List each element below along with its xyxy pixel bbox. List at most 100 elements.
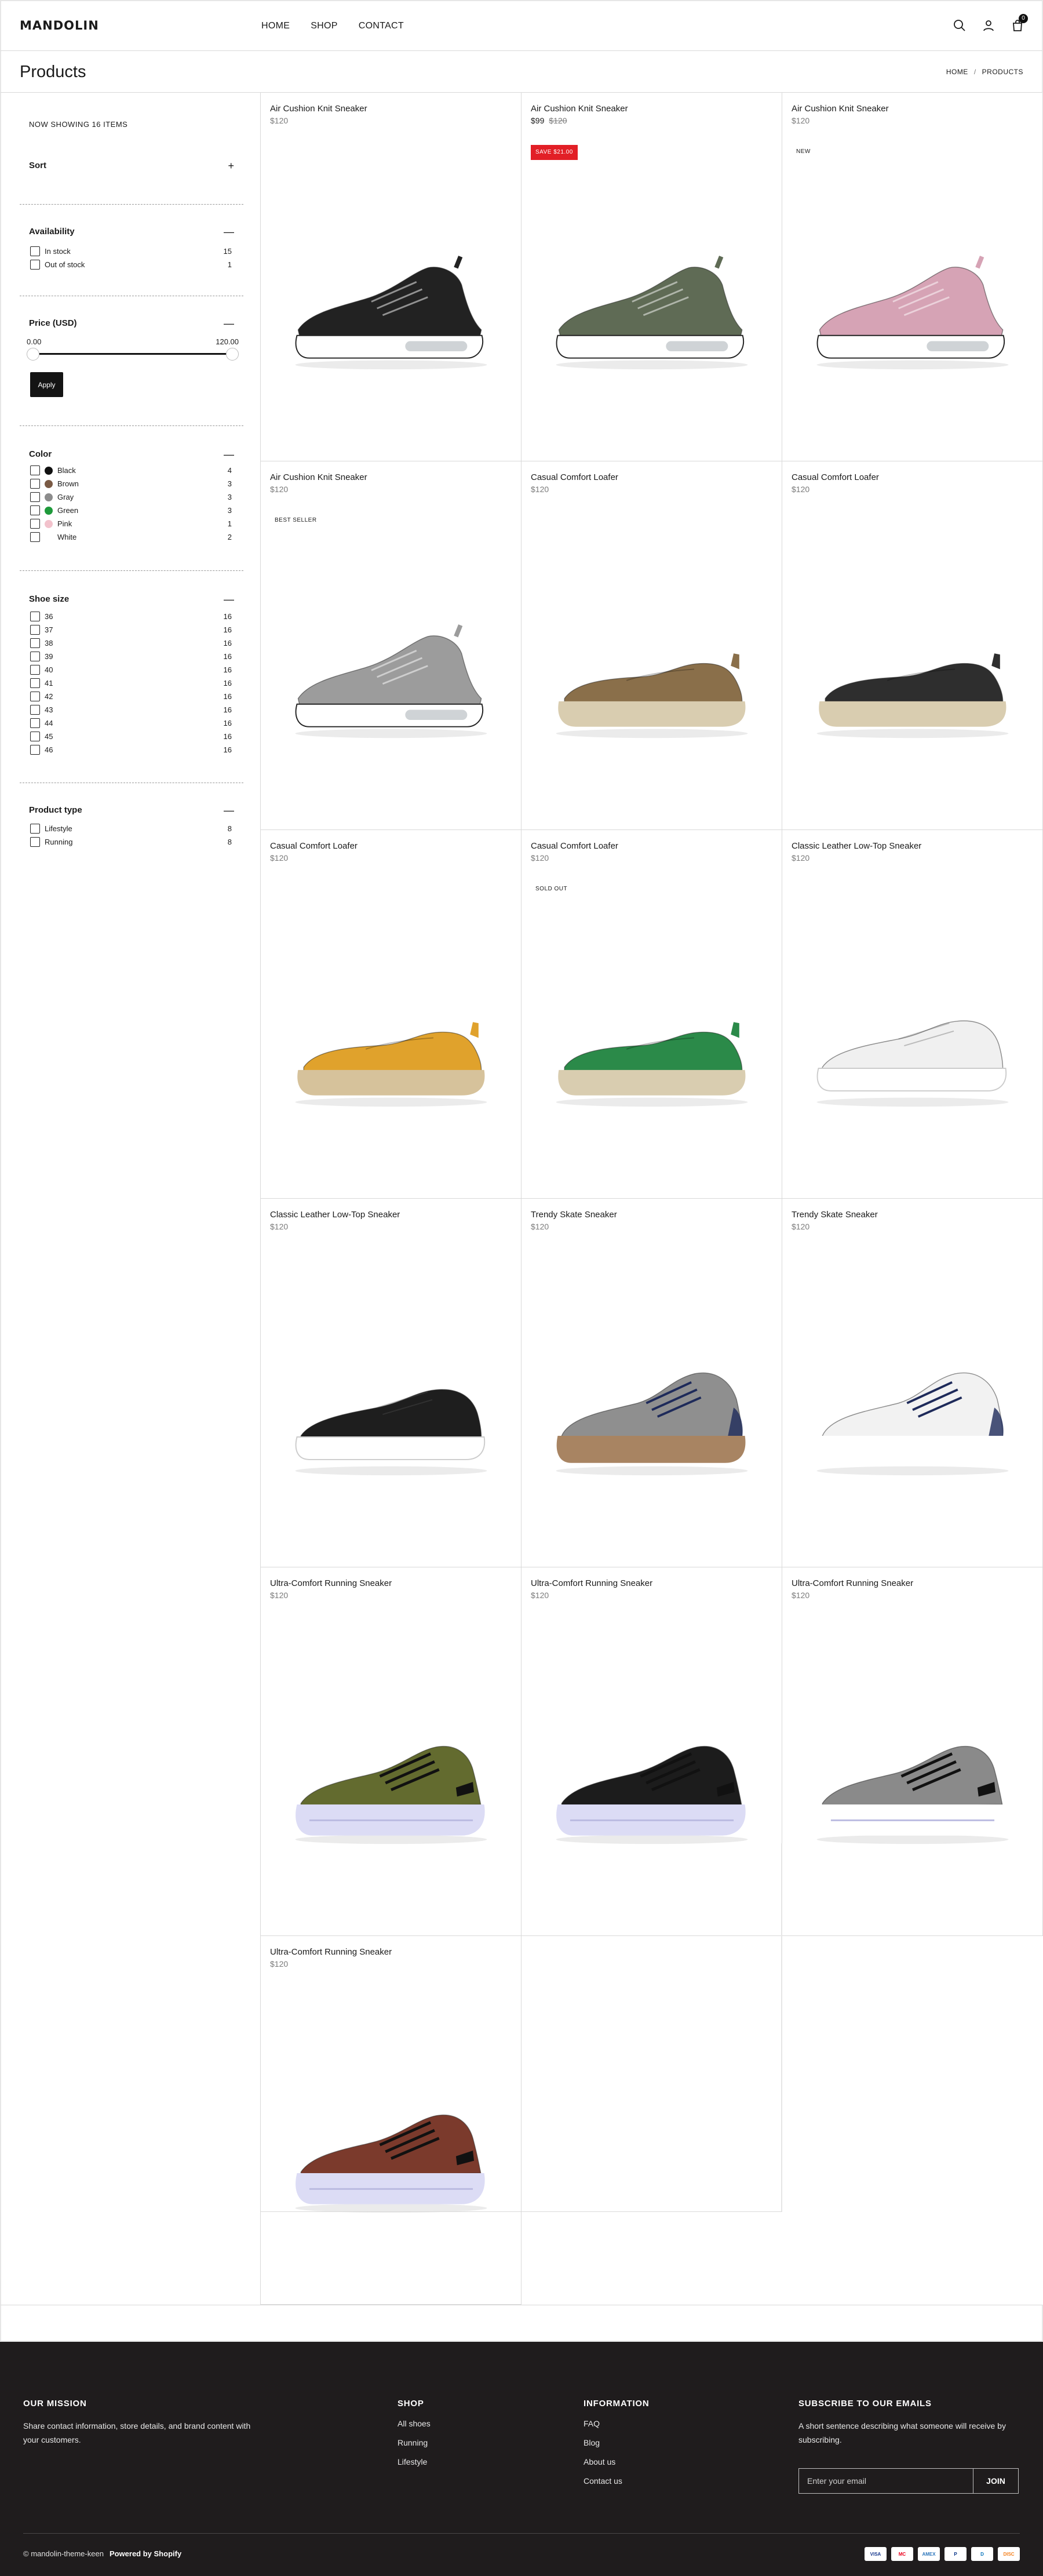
checkbox[interactable] xyxy=(30,479,40,489)
product-image[interactable] xyxy=(548,1349,756,1483)
product-title[interactable]: Ultra-Comfort Running Sneaker xyxy=(531,1578,652,1588)
nav-contact[interactable]: CONTACT xyxy=(359,21,404,31)
product-card[interactable]: Trendy Skate Sneaker $120 xyxy=(782,1199,1043,1567)
product-title[interactable]: Air Cushion Knit Sneaker xyxy=(270,472,367,482)
checkbox[interactable] xyxy=(30,745,40,755)
store-logo[interactable]: MANDOLIN xyxy=(20,19,99,32)
apply-price-button[interactable]: Apply xyxy=(30,372,63,397)
checkbox[interactable] xyxy=(30,260,40,270)
filter-option[interactable]: Gray 3 xyxy=(20,490,243,504)
checkbox[interactable] xyxy=(30,625,40,635)
product-image[interactable] xyxy=(287,981,495,1114)
product-image[interactable] xyxy=(808,1718,1017,1851)
nav-shop[interactable]: SHOP xyxy=(311,21,338,31)
filter-option[interactable]: Running 8 xyxy=(20,835,243,849)
product-card[interactable]: Trendy Skate Sneaker $120 xyxy=(522,1199,782,1567)
checkbox[interactable] xyxy=(30,678,40,688)
filter-option[interactable]: 41 16 xyxy=(20,676,243,690)
collapse-icon[interactable]: — xyxy=(224,447,234,461)
powered-by[interactable]: Powered by Shopify xyxy=(110,2549,181,2558)
product-title[interactable]: Classic Leather Low-Top Sneaker xyxy=(792,841,921,851)
product-image[interactable] xyxy=(287,1349,495,1483)
product-image[interactable] xyxy=(287,612,495,745)
slider-max-handle[interactable] xyxy=(226,348,239,361)
product-title[interactable]: Ultra-Comfort Running Sneaker xyxy=(792,1578,913,1588)
collapse-icon[interactable]: — xyxy=(224,316,234,330)
color-heading[interactable]: Color — xyxy=(20,447,243,461)
filter-option[interactable]: 44 16 xyxy=(20,716,243,730)
checkbox[interactable] xyxy=(30,505,40,515)
product-image[interactable] xyxy=(808,612,1017,745)
filter-option[interactable]: 46 16 xyxy=(20,743,243,756)
filter-option[interactable]: 37 16 xyxy=(20,623,243,636)
product-image[interactable] xyxy=(808,981,1017,1114)
shoe-size-heading[interactable]: Shoe size — xyxy=(20,592,243,606)
search-icon[interactable] xyxy=(953,19,967,32)
checkbox[interactable] xyxy=(30,612,40,621)
checkbox[interactable] xyxy=(30,837,40,847)
filter-option[interactable]: 39 16 xyxy=(20,650,243,663)
product-image[interactable] xyxy=(548,243,756,377)
collapse-icon[interactable]: — xyxy=(224,592,234,606)
checkbox[interactable] xyxy=(30,705,40,715)
cart-icon[interactable]: 0 xyxy=(1011,14,1028,32)
product-image[interactable] xyxy=(548,1718,756,1851)
checkbox[interactable] xyxy=(30,718,40,728)
footer-link-about[interactable]: About us xyxy=(584,2457,650,2466)
footer-link-all-shoes[interactable]: All shoes xyxy=(397,2419,431,2428)
filter-option[interactable]: Green 3 xyxy=(20,504,243,517)
join-button[interactable]: JOIN xyxy=(973,2469,1018,2493)
product-image[interactable] xyxy=(808,243,1017,377)
filter-option[interactable]: 40 16 xyxy=(20,663,243,676)
collapse-icon[interactable]: — xyxy=(224,803,234,817)
product-title[interactable]: Casual Comfort Loafer xyxy=(270,841,358,851)
product-card[interactable]: Air Cushion Knit Sneaker $120 BEST SELLER xyxy=(261,461,522,830)
product-title[interactable]: Air Cushion Knit Sneaker xyxy=(531,104,628,114)
filter-option[interactable]: Pink 1 xyxy=(20,517,243,530)
product-type-heading[interactable]: Product type — xyxy=(20,803,243,817)
product-card[interactable]: Air Cushion Knit Sneaker $120 xyxy=(261,93,522,461)
product-image[interactable] xyxy=(548,612,756,745)
product-card[interactable]: Air Cushion Knit Sneaker $120 NEW xyxy=(782,93,1043,461)
product-card[interactable]: Classic Leather Low-Top Sneaker $120 xyxy=(782,830,1043,1199)
price-heading[interactable]: Price (USD) — xyxy=(20,316,243,330)
footer-link-faq[interactable]: FAQ xyxy=(584,2419,650,2428)
filter-option[interactable]: White 2 xyxy=(20,530,243,544)
filter-option[interactable]: 36 16 xyxy=(20,610,243,623)
slider-min-handle[interactable] xyxy=(27,348,39,361)
checkbox[interactable] xyxy=(30,532,40,542)
checkbox[interactable] xyxy=(30,246,40,256)
product-title[interactable]: Classic Leather Low-Top Sneaker xyxy=(270,1210,400,1220)
footer-link-contact[interactable]: Contact us xyxy=(584,2476,650,2486)
checkbox[interactable] xyxy=(30,732,40,741)
checkbox[interactable] xyxy=(30,652,40,661)
product-card[interactable]: Air Cushion Knit Sneaker $99 $120 SAVE $21.… xyxy=(522,93,782,461)
product-image[interactable] xyxy=(808,1349,1017,1483)
filter-option[interactable]: 38 16 xyxy=(20,636,243,650)
nav-home[interactable]: HOME xyxy=(261,21,290,31)
breadcrumb-home[interactable]: HOME xyxy=(946,68,968,76)
product-title[interactable]: Casual Comfort Loafer xyxy=(531,841,618,851)
product-title[interactable]: Air Cushion Knit Sneaker xyxy=(792,104,889,114)
availability-in-stock[interactable]: In stock 15 xyxy=(20,245,243,258)
filter-option[interactable]: 43 16 xyxy=(20,703,243,716)
product-title[interactable]: Casual Comfort Loafer xyxy=(792,472,879,482)
product-title[interactable]: Air Cushion Knit Sneaker xyxy=(270,104,367,114)
product-title[interactable]: Casual Comfort Loafer xyxy=(531,472,618,482)
availability-out-of-stock[interactable]: Out of stock 1 xyxy=(20,258,243,271)
product-image[interactable] xyxy=(287,1718,495,1851)
product-card[interactable]: Casual Comfort Loafer $120 xyxy=(261,830,522,1199)
email-input[interactable] xyxy=(799,2469,973,2493)
filter-option[interactable]: 42 16 xyxy=(20,690,243,703)
checkbox[interactable] xyxy=(30,519,40,529)
product-card[interactable]: Classic Leather Low-Top Sneaker $120 xyxy=(261,1199,522,1567)
sort-heading[interactable]: Sort + xyxy=(20,159,243,173)
product-title[interactable]: Trendy Skate Sneaker xyxy=(531,1210,617,1220)
checkbox[interactable] xyxy=(30,638,40,648)
product-title[interactable]: Ultra-Comfort Running Sneaker xyxy=(270,1578,392,1588)
product-image[interactable] xyxy=(287,243,495,377)
product-image[interactable] xyxy=(548,981,756,1114)
filter-option[interactable]: Lifestyle 8 xyxy=(20,822,243,835)
product-card[interactable]: Casual Comfort Loafer $120 xyxy=(782,461,1043,830)
product-card[interactable]: Casual Comfort Loafer $120 xyxy=(522,461,782,830)
